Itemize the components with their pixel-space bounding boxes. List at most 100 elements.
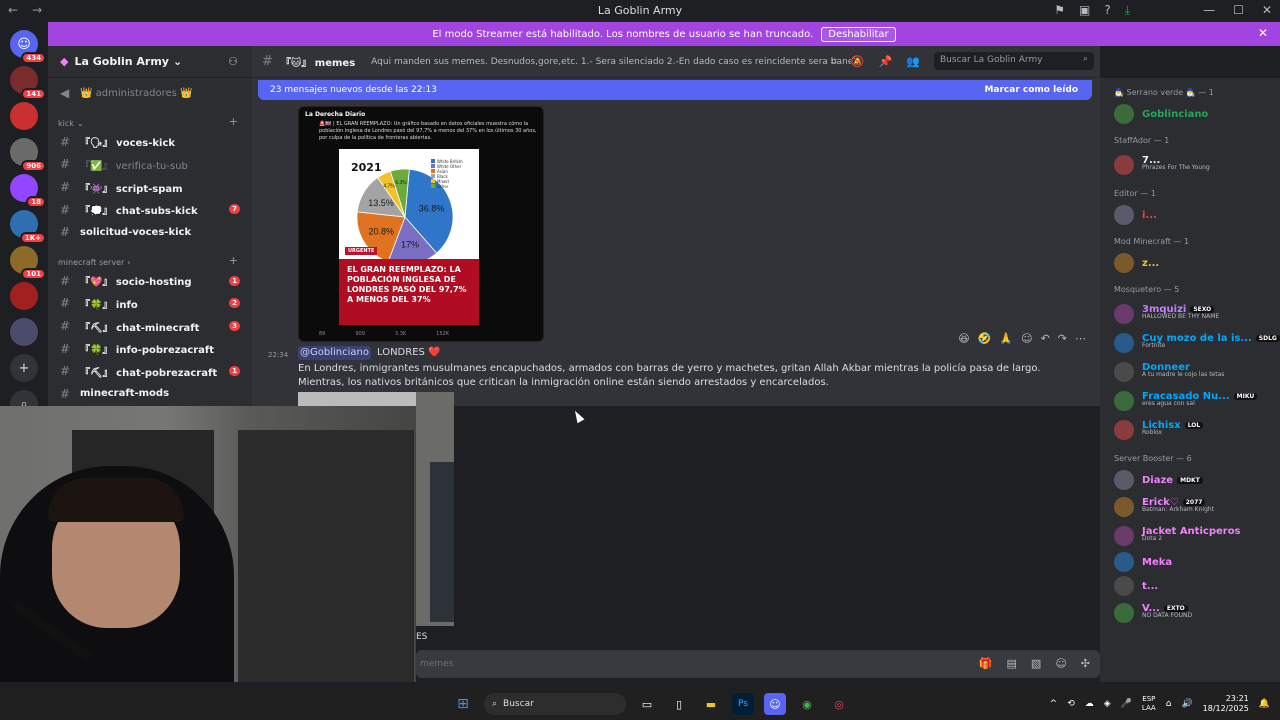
reaction-icon[interactable]: 🙏 (999, 332, 1013, 345)
member-item[interactable]: Diaze MDKT (1100, 468, 1280, 492)
member-item[interactable]: Cuy mozo de la is... SDLG Fortnite (1100, 328, 1280, 357)
reply-icon[interactable]: ↶ (1041, 332, 1050, 345)
server-icon[interactable]: 18 (10, 174, 46, 208)
add-user-icon[interactable]: ⚇ (228, 55, 238, 68)
apps-icon[interactable]: ✣ (1081, 657, 1090, 670)
member-item[interactable]: Donneer A tu madre le cojo las tetas (1100, 357, 1280, 386)
channel-administradores[interactable]: ◀ 👑 administradores 👑 (48, 82, 252, 105)
sticker-icon[interactable]: ▧ (1031, 657, 1041, 670)
taskbar-search[interactable]: ⌕ Buscar (484, 693, 626, 715)
photoshop-icon[interactable]: Ps (732, 693, 754, 715)
channel-chat-subs-kick[interactable]: # 『💭』 chat-subs-kick 7 (48, 198, 252, 221)
network-icon[interactable]: ⌂ (1166, 699, 1172, 709)
gif-icon[interactable]: ▤ (1007, 657, 1017, 670)
server-icon-dm[interactable]: ☺ 434 (10, 30, 46, 64)
add-reaction-icon[interactable]: ☺ (1021, 332, 1032, 345)
emoji-icon[interactable]: ☺ (1055, 657, 1066, 670)
forward-icon[interactable]: ↷ (1058, 332, 1067, 345)
notifications-icon[interactable]: 🔔 (1259, 699, 1270, 709)
channel-topic[interactable]: Aqui manden sus memes. Desnudos,gore,etc… (371, 57, 851, 67)
chrome-icon[interactable]: ◉ (796, 693, 818, 715)
task-view-icon[interactable]: ▭ (636, 693, 658, 715)
video-attachment[interactable] (416, 392, 454, 626)
discover-icon[interactable]: ⌕ (10, 390, 38, 406)
channel-chat-minecraft[interactable]: # 『⛏』 chat-minecraft 3 (48, 315, 252, 338)
clock[interactable]: 23:21 18/12/2025 (1203, 694, 1249, 714)
channel-socio-hosting[interactable]: # 『💖』 socio-hosting 1 (48, 270, 252, 293)
pin-icon[interactable]: 📌 (879, 55, 893, 70)
windows-start-icon[interactable]: ⊞ (452, 693, 474, 715)
mic-icon[interactable]: 🎤 (1121, 699, 1132, 709)
channel-info[interactable]: # 『🍀』 info 2 (48, 292, 252, 315)
member-item[interactable]: i... (1100, 203, 1280, 227)
channel-voces-kick[interactable]: # 『🗣』 voces-kick (48, 131, 252, 154)
reaction-icon[interactable]: 🤣 (978, 332, 992, 345)
more-icon[interactable]: ⋯ (1075, 332, 1086, 345)
onedrive-icon[interactable]: ☁ (1085, 699, 1094, 709)
threads-icon[interactable]: ⌗ (831, 55, 837, 70)
member-item[interactable]: Meka (1100, 550, 1280, 574)
discord-icon[interactable]: ☺ (764, 693, 786, 715)
server-icon[interactable]: 1K+ (10, 210, 46, 244)
server-icon[interactable]: 141 (10, 66, 46, 100)
new-messages-bar[interactable]: 23 mensajes nuevos desde las 22:13 Marca… (258, 80, 1092, 100)
mark-read-button[interactable]: Marcar como leído (984, 85, 1078, 95)
search-input[interactable]: Buscar La Goblin Army ⌕ (934, 52, 1094, 70)
tray-icon[interactable]: ◈ (1104, 699, 1111, 709)
obs-icon[interactable]: ◎ (828, 693, 850, 715)
mention[interactable]: @Goblinciano (298, 346, 371, 360)
pie-label: 13.5% (368, 198, 394, 208)
tray-icon[interactable]: ⟲ (1067, 699, 1075, 709)
language-indicator[interactable]: ESP LAA (1142, 695, 1156, 713)
reaction-icon[interactable]: 😆 (958, 332, 969, 345)
help-icon[interactable]: ? (1104, 3, 1110, 18)
server-icon[interactable]: 906 (10, 138, 46, 172)
title-icons: ⚑ ▣ ? ⤓ (1054, 3, 1130, 18)
file-explorer-icon[interactable]: ▬ (700, 693, 722, 715)
mute-icon[interactable]: 🔕 (851, 55, 865, 70)
server-header[interactable]: ◆ La Goblin Army ⌄ ⚇ (48, 46, 252, 78)
channel-verifica-tu-sub[interactable]: # 『✅』 verifica-tu-sub (48, 153, 252, 176)
category-kick[interactable]: kick ⌄ + (48, 111, 252, 131)
maximize-icon[interactable]: ☐ (1233, 3, 1244, 17)
member-item[interactable]: z... (1100, 251, 1280, 275)
member-item[interactable]: 3mquizi SEXO HALLOWED BE THY NAME (1100, 299, 1280, 328)
member-item[interactable]: Jacket Anticperos Dota 2 (1100, 521, 1280, 550)
category-minecraft[interactable]: minecraft server › + (48, 250, 252, 270)
disable-button[interactable]: Deshabilitar (821, 26, 896, 42)
member-item[interactable]: V... EXTO NO DATA FOUND (1100, 598, 1280, 627)
member-item[interactable]: Goblinciano (1100, 102, 1280, 126)
channel-chat-pobrezacraft[interactable]: # 『⛏』 chat-pobrezacraft 1 (48, 360, 252, 383)
screen-icon[interactable]: ▣ (1079, 3, 1090, 18)
member-item[interactable]: Fracasado Nu... MIKU eres agua con sal (1100, 386, 1280, 415)
minimize-icon[interactable]: — (1203, 3, 1215, 17)
add-server-icon[interactable]: + (10, 354, 38, 382)
volume-icon[interactable]: 🔊 (1181, 699, 1192, 709)
server-icon[interactable]: 101 (10, 246, 46, 280)
server-icon[interactable] (10, 102, 38, 130)
member-item[interactable]: 7... Phrazes For The Young (1100, 150, 1280, 179)
download-icon[interactable]: ⤓ (1125, 3, 1130, 18)
chevron-up-icon[interactable]: ^ (1050, 699, 1058, 709)
hash-icon: # (60, 296, 71, 311)
channel-script-spam[interactable]: # 『👾』 script-spam (48, 176, 252, 199)
channel-info-pobrezacraft[interactable]: # 『🍀』 info-pobrezacraft (48, 337, 252, 360)
embedded-tweet-image[interactable]: La Derecha Diario 🚨🇬🇧 | EL GRAN REEMPLAZ… (298, 106, 544, 342)
add-channel-icon[interactable]: + (229, 115, 238, 128)
message-input[interactable]: ES memes 🎁 ▤ ▧ ☺ ✣ (416, 632, 1100, 678)
close-icon[interactable]: ✕ (1258, 26, 1268, 40)
member-item[interactable]: Erick♡ 2077 Batman: Arkham Knight (1100, 492, 1280, 521)
members-icon[interactable]: 👥 (906, 55, 920, 70)
app-icon[interactable]: ▯ (668, 693, 690, 715)
member-item[interactable]: t... (1100, 574, 1280, 598)
close-icon[interactable]: ✕ (1262, 3, 1272, 17)
member-item[interactable]: Lichisx LOL Roblox (1100, 415, 1280, 444)
gift-icon[interactable]: 🎁 (979, 657, 993, 670)
server-icon[interactable] (10, 318, 38, 346)
chevron-down-icon: ⌄ (172, 55, 183, 68)
channel-minecraft-mods[interactable]: # minecraft-mods (48, 383, 252, 406)
inbox-icon[interactable]: ⚑ (1054, 3, 1065, 18)
channel-solicitud-voces-kick[interactable]: # solicitud-voces-kick (48, 221, 252, 244)
server-icon[interactable] (10, 282, 38, 310)
add-channel-icon[interactable]: + (229, 254, 238, 267)
